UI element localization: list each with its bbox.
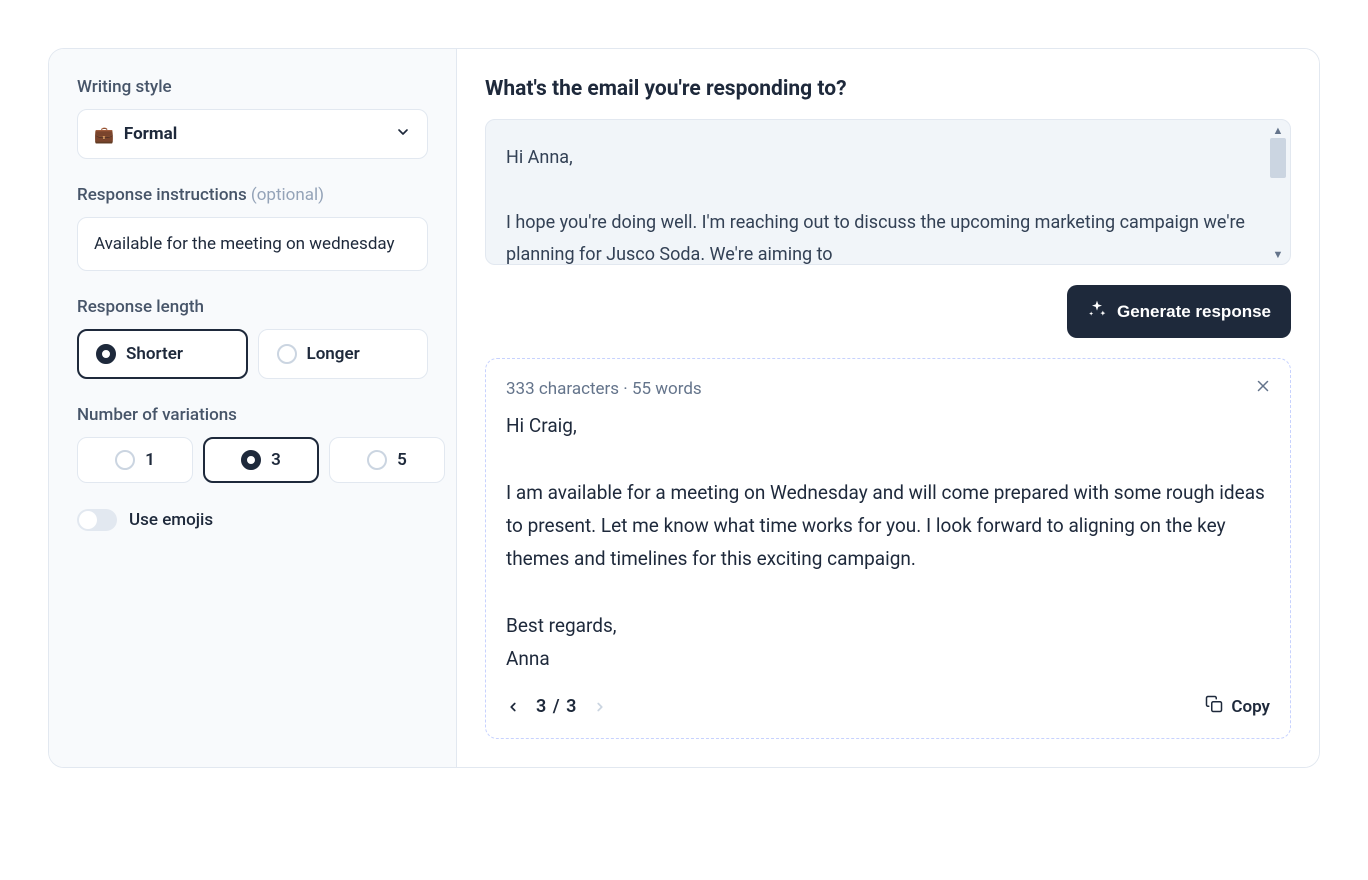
radio-filled-icon [241, 450, 261, 470]
writing-style-section: Writing style 💼 Formal [77, 77, 428, 159]
length-options: Shorter Longer [77, 329, 428, 379]
pager-next[interactable] [593, 700, 607, 714]
emojis-toggle[interactable] [77, 509, 117, 531]
pager-text: 3 / 3 [536, 696, 577, 717]
output-footer: 3 / 3 Copy [506, 691, 1270, 718]
toggle-knob-icon [79, 511, 97, 529]
chevron-down-icon [395, 124, 411, 144]
radio-empty-icon [367, 450, 387, 470]
emojis-section: Use emojis [77, 509, 428, 531]
copy-button[interactable]: Copy [1205, 695, 1270, 718]
scroll-up-icon[interactable]: ▲ [1270, 122, 1286, 138]
radio-empty-icon [115, 450, 135, 470]
scroll-thumb[interactable] [1270, 138, 1286, 178]
copy-label: Copy [1231, 697, 1270, 717]
variation-3[interactable]: 3 [203, 437, 319, 483]
generate-label: Generate response [1117, 302, 1271, 322]
writing-style-select[interactable]: 💼 Formal [77, 109, 428, 159]
output-meta: 333 characters · 55 words [506, 379, 1270, 399]
briefcase-icon: 💼 [94, 125, 114, 144]
instructions-section: Response instructions (optional) [77, 185, 428, 271]
length-section: Response length Shorter Longer [77, 297, 428, 379]
sparkle-icon [1087, 299, 1107, 324]
copy-icon [1205, 695, 1223, 718]
action-row: Generate response [485, 285, 1291, 338]
variations-label: Number of variations [77, 405, 428, 425]
variation-1[interactable]: 1 [77, 437, 193, 483]
generate-button[interactable]: Generate response [1067, 285, 1291, 338]
emojis-label: Use emojis [129, 510, 213, 530]
pager: 3 / 3 [506, 696, 607, 717]
radio-empty-icon [277, 344, 297, 364]
variations-options: 1 3 5 [77, 437, 428, 483]
variation-5[interactable]: 5 [329, 437, 445, 483]
output-card: 333 characters · 55 words Hi Craig, I am… [485, 358, 1291, 739]
pager-prev[interactable] [506, 700, 520, 714]
scroll-down-icon[interactable]: ▼ [1270, 246, 1286, 262]
length-shorter[interactable]: Shorter [77, 329, 248, 379]
radio-filled-icon [96, 344, 116, 364]
length-label: Response length [77, 297, 428, 317]
main-content: What's the email you're responding to? H… [457, 49, 1319, 767]
instructions-label: Response instructions (optional) [77, 185, 428, 205]
instructions-input[interactable] [77, 217, 428, 271]
writing-style-value: Formal [124, 124, 177, 144]
writing-style-label: Writing style [77, 77, 428, 97]
sidebar: Writing style 💼 Formal Response instruct… [49, 49, 457, 767]
email-input-content: Hi Anna, I hope you're doing well. I'm r… [506, 142, 1254, 265]
email-responder-panel: Writing style 💼 Formal Response instruct… [48, 48, 1320, 768]
length-longer[interactable]: Longer [258, 329, 429, 379]
close-icon[interactable] [1254, 377, 1272, 395]
variations-section: Number of variations 1 3 5 [77, 405, 428, 483]
main-heading: What's the email you're responding to? [485, 77, 1291, 101]
output-body: Hi Craig, I am available for a meeting o… [506, 409, 1270, 675]
email-input[interactable]: Hi Anna, I hope you're doing well. I'm r… [485, 119, 1291, 265]
